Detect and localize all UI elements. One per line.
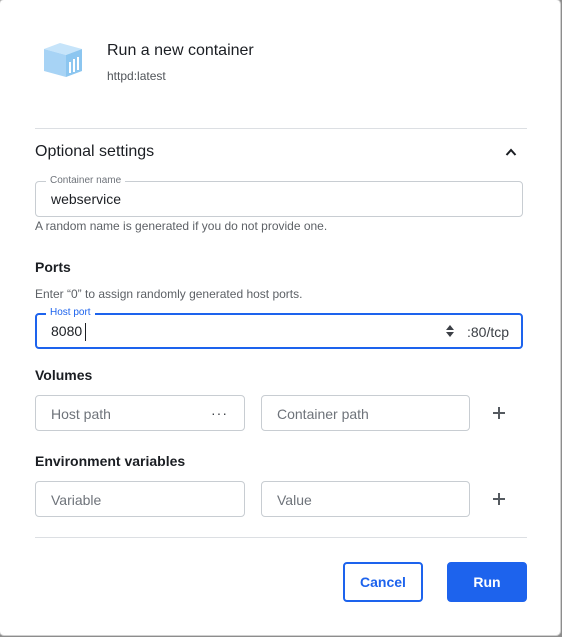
optional-settings-header[interactable]: Optional settings [35, 143, 527, 163]
dialog-title: Run a new container [107, 42, 254, 59]
host-port-label: Host port [46, 307, 95, 319]
dialog-header: Run a new container httpd:latest [40, 40, 254, 83]
host-path-placeholder: Host path [51, 406, 111, 422]
run-container-dialog: Run a new container httpd:latest Optiona… [0, 0, 560, 635]
container-port: :80/tcp [467, 324, 510, 340]
host-port-value[interactable]: 8080 [51, 323, 82, 339]
ports-heading: Ports [35, 259, 71, 275]
container-name-value[interactable]: webservice [51, 191, 121, 207]
container-name-helper: A random name is generated if you do not… [35, 219, 328, 233]
host-path-input[interactable]: Host path ··· [35, 395, 245, 431]
run-button[interactable]: Run [447, 562, 527, 602]
ports-helper: Enter “0” to assign randomly generated h… [35, 287, 303, 301]
optional-settings-title: Optional settings [35, 143, 155, 160]
container-name-label: Container name [46, 175, 126, 187]
volumes-heading: Volumes [35, 367, 93, 383]
add-volume-plus-icon[interactable] [493, 407, 505, 419]
footer-divider [35, 537, 527, 538]
image-tag: httpd:latest [107, 69, 166, 83]
container-path-placeholder: Container path [277, 406, 369, 422]
port-stepper-icon[interactable] [445, 324, 455, 338]
cancel-button[interactable]: Cancel [343, 562, 423, 602]
env-vars-heading: Environment variables [35, 453, 186, 469]
env-variable-placeholder: Variable [51, 492, 102, 508]
divider [35, 128, 527, 129]
browse-more-icon[interactable]: ··· [211, 405, 228, 421]
title-block: Run a new container httpd:latest [107, 42, 254, 83]
chevron-up-icon[interactable] [505, 147, 517, 157]
container-icon [44, 43, 82, 77]
text-cursor [85, 323, 86, 341]
env-value-input[interactable]: Value [261, 481, 470, 517]
container-path-input[interactable]: Container path [261, 395, 470, 431]
container-name-field[interactable]: Container name webservice [35, 175, 523, 217]
add-env-plus-icon[interactable] [493, 493, 505, 505]
env-value-placeholder: Value [277, 492, 312, 508]
host-port-field[interactable]: Host port 8080 :80/tcp [35, 307, 523, 349]
env-variable-input[interactable]: Variable [35, 481, 245, 517]
